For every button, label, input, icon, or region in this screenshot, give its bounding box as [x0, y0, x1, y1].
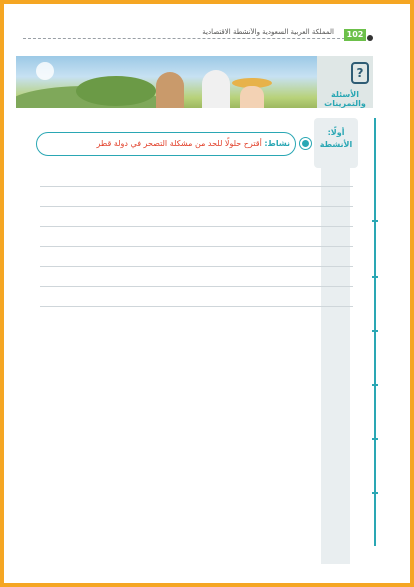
answer-line[interactable] — [40, 206, 353, 207]
section-label: الأسئلة والتمرينات — [324, 90, 366, 108]
margin-line — [374, 118, 376, 546]
header-dot — [367, 35, 373, 41]
side-strip — [321, 118, 350, 564]
margin-tick — [372, 384, 378, 386]
section-banner-image — [16, 56, 317, 108]
question-book-icon: ? — [351, 62, 369, 84]
bullet-icon — [300, 138, 311, 149]
answer-line[interactable] — [40, 226, 353, 227]
margin-tick — [372, 220, 378, 222]
activity-text: أقترح حلولًا للحد من مشكلة التصحر في دول… — [96, 139, 262, 148]
activity-heading: أولًا: الأنشطة — [316, 127, 356, 151]
book-title: المملكة العربية السعودية والأنشطة الاقتص… — [202, 28, 334, 36]
margin-tick — [372, 276, 378, 278]
page-number: 102 — [344, 29, 366, 41]
answer-line[interactable] — [40, 186, 353, 187]
header-divider — [23, 38, 370, 39]
activity-heading-line2: الأنشطة — [319, 140, 353, 149]
answer-line[interactable] — [40, 286, 353, 287]
banner-figure — [156, 72, 184, 108]
banner-sun — [36, 62, 54, 80]
answer-line[interactable] — [40, 266, 353, 267]
banner-figure — [202, 70, 230, 108]
banner-figure — [240, 86, 264, 108]
margin-tick — [372, 330, 378, 332]
answer-line[interactable] — [40, 246, 353, 247]
activity-prompt: نشاط: أقترح حلولًا للحد من مشكلة التصحر … — [44, 137, 290, 151]
answer-line[interactable] — [40, 306, 353, 307]
banner-tree — [76, 76, 156, 106]
margin-tick — [372, 492, 378, 494]
margin-tick — [372, 438, 378, 440]
activity-heading-line1: أولًا: — [327, 128, 345, 137]
activity-keyword: نشاط: — [264, 139, 290, 148]
